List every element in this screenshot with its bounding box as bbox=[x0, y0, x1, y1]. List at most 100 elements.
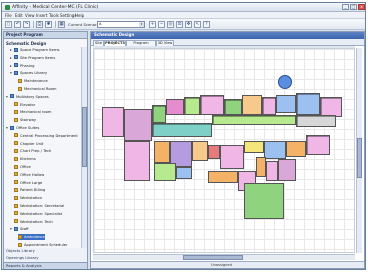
floor-plan-room[interactable] bbox=[264, 141, 286, 159]
floor-plan-room[interactable] bbox=[166, 99, 184, 115]
floor-plan-room[interactable] bbox=[124, 141, 150, 181]
zoom-out-icon[interactable]: − bbox=[158, 21, 165, 28]
zoom-in-icon[interactable]: + bbox=[149, 21, 156, 28]
tree-item[interactable]: Chapter Unit bbox=[14, 141, 43, 147]
floor-plan-room[interactable] bbox=[102, 107, 124, 137]
expand-icon[interactable]: ▸ bbox=[10, 63, 13, 69]
floor-plan-room[interactable] bbox=[244, 141, 264, 153]
zoom-window-icon[interactable]: ⊡ bbox=[176, 21, 183, 28]
floor-plan-room[interactable] bbox=[262, 97, 276, 115]
zoom-fit-icon[interactable]: ◎ bbox=[167, 21, 174, 28]
grid-icon[interactable]: ▦ bbox=[58, 21, 65, 28]
tree-item[interactable]: ▾ Spaces Library bbox=[10, 70, 47, 76]
print-icon[interactable]: ⎙ bbox=[36, 21, 43, 28]
floor-plan-room[interactable] bbox=[154, 141, 170, 163]
tree-item[interactable]: Patient Billing bbox=[14, 187, 45, 193]
floor-plan-room[interactable] bbox=[278, 159, 296, 181]
maximize-button[interactable]: □ bbox=[350, 4, 357, 10]
floor-plan-room[interactable] bbox=[152, 105, 166, 123]
scroll-thumb[interactable] bbox=[357, 138, 362, 178]
expand-icon[interactable]: ▸ bbox=[10, 55, 13, 61]
minimize-button[interactable]: _ bbox=[342, 4, 349, 10]
scenario-select[interactable]: A ▾ bbox=[97, 21, 145, 28]
select-icon[interactable]: ↖ bbox=[194, 21, 201, 28]
floor-plan-room[interactable] bbox=[176, 167, 192, 179]
menu-help[interactable]: Help bbox=[75, 13, 84, 18]
collapse-icon[interactable]: ▾ bbox=[6, 125, 9, 131]
tree-item[interactable]: Elevator bbox=[14, 102, 35, 108]
horizontal-scrollbar[interactable] bbox=[93, 254, 355, 260]
floor-plan-room[interactable] bbox=[184, 97, 200, 115]
redo-icon[interactable]: ↷ bbox=[23, 21, 30, 28]
tree-item[interactable]: ▾ Office Suites bbox=[6, 125, 39, 131]
tree-item[interactable]: ▾ Staff bbox=[10, 226, 29, 232]
tree-item[interactable]: Stairway bbox=[14, 117, 36, 123]
tree-scroll-thumb[interactable] bbox=[82, 107, 87, 167]
menu-view[interactable]: View bbox=[25, 13, 35, 18]
floor-plan-room[interactable] bbox=[242, 95, 262, 115]
floor-plan-room[interactable] bbox=[266, 161, 278, 181]
floor-plan-room[interactable] bbox=[208, 145, 220, 159]
floor-plan-room[interactable] bbox=[320, 97, 342, 117]
collapse-icon[interactable]: ▾ bbox=[6, 94, 9, 100]
floor-plan-room[interactable] bbox=[256, 157, 266, 177]
floor-plan-room[interactable] bbox=[212, 115, 296, 125]
new-icon[interactable]: ▯ bbox=[5, 21, 12, 28]
menu-settings[interactable]: Settings bbox=[60, 13, 76, 18]
openings-library[interactable]: Openings Library bbox=[4, 255, 87, 262]
objects-library[interactable]: Objects Library bbox=[4, 248, 87, 255]
floor-plan-room[interactable] bbox=[296, 115, 336, 127]
settings-icon[interactable]: ✱ bbox=[45, 21, 52, 28]
tree-item[interactable]: Kitchens bbox=[14, 156, 36, 162]
floor-plan-room[interactable] bbox=[200, 95, 224, 115]
collapse-icon[interactable]: ▾ bbox=[10, 226, 13, 232]
floor-plan-room[interactable] bbox=[224, 99, 242, 115]
expand-icon[interactable]: ▸ bbox=[10, 47, 13, 53]
floor-plan-room[interactable] bbox=[276, 95, 296, 113]
tree-item[interactable]: Maintenance bbox=[18, 78, 48, 84]
floor-plan-room[interactable] bbox=[244, 183, 284, 219]
floor-plan-room[interactable] bbox=[286, 141, 306, 157]
floor-plan-room[interactable] bbox=[296, 93, 320, 115]
tree-item[interactable]: ▾ Multistory Spaces bbox=[6, 94, 49, 100]
tree-item[interactable]: Mechanical room bbox=[14, 109, 51, 115]
info-icon[interactable]: ? bbox=[203, 21, 210, 28]
tree-item[interactable]: Workstation: Specialist bbox=[14, 211, 62, 217]
tree-item[interactable]: ▸ Space Program Items bbox=[10, 47, 59, 53]
pan-icon[interactable]: ✥ bbox=[185, 21, 192, 28]
tree-item[interactable]: Office Large bbox=[14, 180, 42, 186]
tree-item[interactable]: Office Hallow bbox=[14, 172, 44, 178]
tree-scrollbar[interactable] bbox=[81, 47, 87, 259]
menu-file[interactable]: File bbox=[5, 13, 12, 18]
menu-edit[interactable]: Edit bbox=[15, 13, 23, 18]
floor-plan-room[interactable] bbox=[154, 163, 176, 181]
floor-plan-canvas[interactable] bbox=[93, 48, 355, 253]
scroll-thumb[interactable] bbox=[183, 255, 243, 260]
floor-plan-room[interactable] bbox=[124, 109, 152, 141]
floor-plan-room[interactable] bbox=[208, 171, 238, 183]
close-button[interactable]: x bbox=[358, 4, 365, 10]
circular-room[interactable] bbox=[278, 75, 292, 89]
vertical-scrollbar[interactable] bbox=[356, 48, 362, 253]
tree-item[interactable]: Mechanical Room bbox=[18, 86, 56, 92]
folder-icon bbox=[18, 78, 22, 83]
tree-item[interactable]: ▸ Phasing bbox=[10, 63, 34, 69]
menu-insert[interactable]: Insert bbox=[36, 13, 47, 18]
tree-item[interactable]: Office bbox=[14, 164, 31, 170]
floor-plan-room[interactable] bbox=[220, 145, 244, 169]
tree-item[interactable]: Central Processing Department bbox=[14, 133, 78, 139]
menu-tools[interactable]: Tools bbox=[49, 13, 59, 18]
tree-item[interactable]: Workstation: Tech bbox=[14, 219, 53, 225]
tree-item[interactable]: ▸ Site Program Items bbox=[10, 55, 55, 61]
undo-icon[interactable]: ↶ bbox=[14, 21, 21, 28]
tree-item[interactable]: Chart Prep / Tech bbox=[14, 148, 51, 154]
collapse-icon[interactable]: ▾ bbox=[10, 70, 13, 76]
tree-item-label: Office Suites bbox=[16, 126, 40, 130]
tree-item[interactable]: Workstation: Secretarial bbox=[14, 203, 64, 209]
tree-item[interactable]: Workstation bbox=[14, 195, 42, 201]
tree-item-selected[interactable]: Ambulance bbox=[18, 234, 45, 241]
floor-plan-room[interactable] bbox=[152, 123, 212, 137]
floor-plan-room[interactable] bbox=[192, 141, 208, 161]
floor-plan-room[interactable] bbox=[306, 135, 330, 155]
reports-analysis-header[interactable]: Reports & Analysis bbox=[4, 262, 87, 269]
